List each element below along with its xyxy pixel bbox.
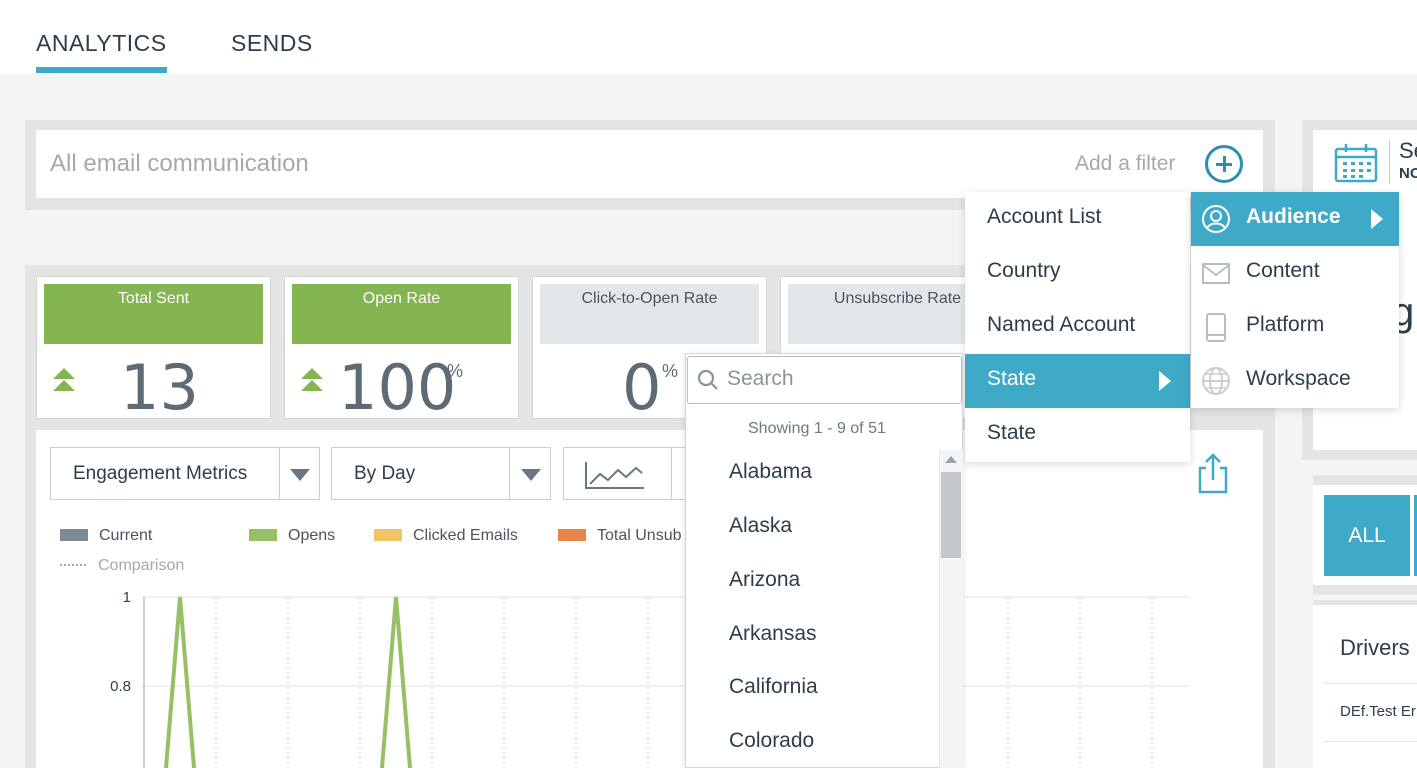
series-opens-spike bbox=[380, 596, 412, 768]
globe-icon bbox=[1202, 367, 1230, 395]
menu-item-state[interactable]: State bbox=[965, 408, 1190, 462]
kpi-label: Open Rate bbox=[292, 284, 511, 344]
scrollbar-thumb[interactable] bbox=[941, 472, 961, 558]
menu-item-country[interactable]: Country bbox=[965, 246, 1190, 300]
kpi-value: 13 bbox=[120, 351, 199, 424]
add-filter-label[interactable]: Add a filter bbox=[1075, 152, 1175, 176]
legend-label: Current bbox=[99, 527, 153, 544]
plus-circle-icon[interactable] bbox=[1205, 145, 1243, 183]
legend-item-current[interactable]: Current bbox=[60, 527, 152, 545]
tablet-icon bbox=[1206, 313, 1226, 342]
menu-item-label: Workspace bbox=[1246, 367, 1351, 390]
menu-item-label: Content bbox=[1246, 259, 1320, 282]
legend-item-opens[interactable]: Opens bbox=[249, 527, 335, 545]
metric-select-value: Engagement Metrics bbox=[73, 463, 248, 484]
search-icon bbox=[697, 369, 718, 390]
kpi-label: Total Sent bbox=[44, 284, 263, 344]
trend-up-icon bbox=[53, 368, 75, 379]
envelope-icon bbox=[1202, 263, 1230, 284]
filter-scope-text: All email communication bbox=[50, 150, 309, 177]
chart-plot bbox=[142, 596, 1188, 768]
divider bbox=[1389, 140, 1390, 184]
state-dropdown bbox=[685, 353, 963, 768]
trend-up-icon bbox=[301, 368, 323, 379]
menu-item-state-active[interactable]: State bbox=[965, 354, 1190, 408]
list-item[interactable]: Alaska bbox=[729, 514, 792, 538]
drivers-row[interactable]: DEf.Test Er bbox=[1340, 703, 1416, 720]
line-chart-icon bbox=[585, 462, 644, 489]
kpi-value: 100 bbox=[338, 351, 457, 424]
list-item[interactable]: Alabama bbox=[729, 460, 812, 484]
divider bbox=[1324, 683, 1417, 684]
drivers-heading: Drivers bbox=[1340, 635, 1410, 660]
kpi-unit: % bbox=[447, 361, 464, 381]
legend-swatch bbox=[374, 529, 402, 541]
chevron-down-icon bbox=[290, 469, 310, 481]
tab-sends[interactable]: SENDS bbox=[231, 30, 313, 57]
divider bbox=[1324, 741, 1417, 742]
menu-item-workspace[interactable]: Workspace bbox=[1191, 354, 1399, 408]
divider bbox=[509, 448, 510, 499]
metric-select[interactable]: Engagement Metrics bbox=[50, 447, 320, 500]
share-icon[interactable] bbox=[1196, 452, 1230, 494]
list-item[interactable]: California bbox=[729, 675, 818, 699]
legend-label: Opens bbox=[288, 527, 336, 544]
chevron-right-icon bbox=[1371, 209, 1383, 229]
date-range-sub: NO bbox=[1399, 165, 1417, 182]
y-tick-label: 1 bbox=[122, 589, 131, 606]
legend-item-clicked-emails[interactable]: Clicked Emails bbox=[374, 527, 518, 545]
dotted-line-icon bbox=[60, 564, 86, 566]
menu-item-label: State bbox=[987, 367, 1037, 390]
period-select[interactable]: By Day bbox=[331, 447, 551, 500]
menu-item-label: Platform bbox=[1246, 313, 1325, 336]
legend-label: Total Unsub bbox=[597, 527, 682, 544]
list-item[interactable]: Arkansas bbox=[729, 622, 817, 646]
comparison-legend[interactable]: Comparison bbox=[60, 557, 184, 575]
list-item[interactable]: Colorado bbox=[729, 729, 814, 753]
menu-item-platform[interactable]: Platform bbox=[1191, 300, 1399, 354]
search-placeholder: Search bbox=[727, 367, 794, 390]
chart-type-select[interactable] bbox=[563, 447, 688, 500]
all-button[interactable]: ALL bbox=[1324, 495, 1410, 576]
trend-up-icon bbox=[53, 380, 75, 391]
legend-swatch bbox=[558, 529, 586, 541]
kpi-label: Click-to-Open Rate bbox=[540, 284, 759, 344]
scroll-up-arrow-icon[interactable] bbox=[945, 456, 957, 463]
legend-item-total-unsub[interactable]: Total Unsub bbox=[558, 527, 682, 545]
top-nav: ANALYTICS SENDS bbox=[0, 0, 1417, 74]
list-item[interactable]: Arizona bbox=[729, 568, 800, 592]
period-select-value: By Day bbox=[354, 463, 416, 484]
legend-label: Clicked Emails bbox=[413, 527, 518, 544]
result-count: Showing 1 - 9 of 51 bbox=[748, 420, 886, 437]
drivers-panel bbox=[1313, 605, 1417, 768]
menu-item-account-list[interactable]: Account List bbox=[965, 192, 1190, 246]
kpi-value: 0 bbox=[622, 351, 662, 424]
menu-item-named-account[interactable]: Named Account bbox=[965, 300, 1190, 354]
chevron-right-icon bbox=[1159, 371, 1171, 391]
series-opens-spike bbox=[164, 596, 196, 768]
comparison-label: Comparison bbox=[98, 557, 185, 574]
date-range-label[interactable]: Se bbox=[1399, 138, 1417, 164]
menu-item-content[interactable]: Content bbox=[1191, 246, 1399, 300]
tab-analytics[interactable]: ANALYTICS bbox=[36, 30, 167, 73]
chevron-down-icon bbox=[521, 469, 541, 481]
trend-up-icon bbox=[301, 380, 323, 391]
divider bbox=[671, 448, 672, 499]
divider bbox=[279, 448, 280, 499]
person-icon bbox=[1202, 205, 1230, 233]
menu-item-label: Audience bbox=[1246, 205, 1341, 228]
calendar-icon[interactable] bbox=[1334, 143, 1378, 183]
y-tick-label: 0.8 bbox=[110, 678, 131, 695]
menu-item-audience[interactable]: Audience bbox=[1191, 192, 1399, 246]
kpi-unit: % bbox=[662, 361, 679, 381]
legend-swatch bbox=[249, 529, 277, 541]
legend-swatch bbox=[60, 529, 88, 541]
